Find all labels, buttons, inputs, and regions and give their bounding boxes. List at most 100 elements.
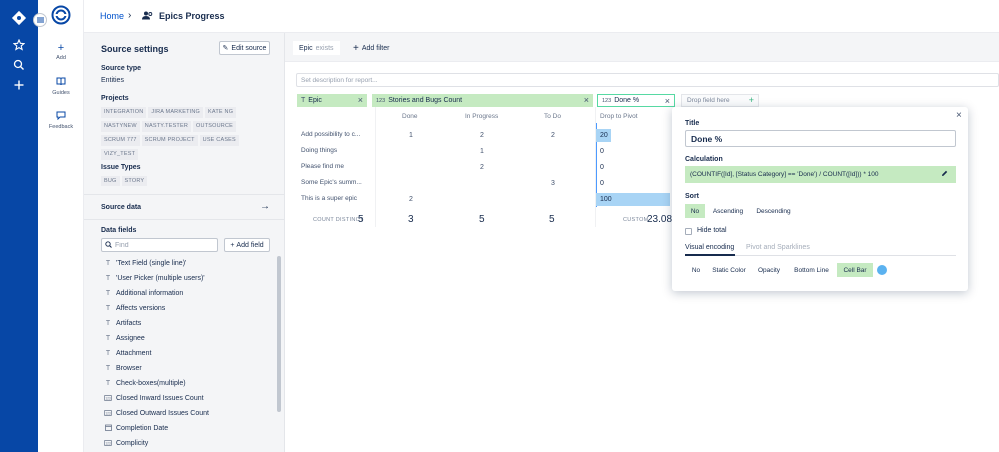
close-icon[interactable]: ×	[956, 110, 962, 121]
close-icon[interactable]: ×	[665, 96, 670, 106]
add-filter-label: Add filter	[361, 44, 390, 52]
data-field-label: Completion Date	[116, 425, 169, 432]
logo-icon[interactable]	[7, 8, 31, 28]
encoding-option-static-color[interactable]: Static Color	[709, 263, 749, 277]
sort-option-descending[interactable]: Descending	[751, 204, 796, 218]
bar-color-swatch[interactable]	[877, 265, 887, 275]
column-chip-epic[interactable]: T Epic ×	[297, 94, 367, 107]
nav-guides-button[interactable]: Guides	[38, 77, 84, 96]
add-field-button[interactable]: + Add field	[224, 238, 270, 252]
app-logo-icon[interactable]	[51, 5, 71, 27]
sort-option-no[interactable]: No	[685, 204, 705, 218]
data-field-item[interactable]: 123 Closed Outward Issues Count	[104, 406, 209, 421]
search-icon[interactable]	[7, 55, 31, 75]
data-field-item[interactable]: T Check-boxes(multiple)	[104, 376, 186, 391]
description-input[interactable]: Set description for report...	[296, 73, 999, 87]
project-tag: VIZY_TEST	[101, 149, 139, 160]
data-field-label: Assignee	[116, 335, 145, 342]
data-field-label: Browser	[116, 365, 142, 372]
pivot-cell-done-pct: 100	[600, 196, 612, 203]
find-field-input[interactable]	[115, 241, 210, 249]
data-field-item[interactable]: T Assignee	[104, 331, 145, 346]
text-type-icon: T	[105, 260, 111, 267]
data-field-item[interactable]: Completion Date	[104, 421, 168, 436]
pencil-icon[interactable]	[941, 170, 948, 179]
nav-feedback-label: Feedback	[48, 124, 74, 130]
pivot-cell-todo: 2	[551, 132, 555, 139]
plus-icon[interactable]	[7, 75, 31, 95]
data-field-label: Closed Outward Issues Count	[116, 410, 209, 417]
source-type-value: Entities	[101, 77, 124, 84]
pivot-cell-in-progress: 2	[480, 164, 484, 171]
calculation-field[interactable]: (COUNTIF([Id], [Status Category] == 'Don…	[685, 166, 956, 183]
filter-operator: exists	[315, 44, 334, 52]
pivot-header-to-do: To Do	[544, 113, 561, 120]
nav-add-button[interactable]: + Add	[38, 42, 84, 61]
star-icon[interactable]	[7, 35, 31, 55]
project-tag: SCRUM 777	[101, 135, 140, 146]
find-field-box[interactable]	[101, 238, 218, 252]
encoding-option-no[interactable]: No	[685, 263, 707, 277]
tab-pivot-sparklines[interactable]: Pivot and Sparklines	[746, 244, 810, 251]
data-field-item[interactable]: T Affects versions	[104, 301, 165, 316]
column-chip-stories[interactable]: 123 Stories and Bugs Count ×	[372, 94, 593, 107]
data-field-item[interactable]: 123 Complicity	[104, 436, 148, 451]
encoding-option-opacity[interactable]: Opacity	[753, 263, 785, 277]
column-settings-popover: × Title Calculation (COUNTIF([Id], [Stat…	[672, 107, 968, 291]
source-data-heading: Source data	[101, 204, 142, 211]
breadcrumb-home[interactable]: Home	[100, 11, 124, 21]
data-field-label: Additional information	[116, 290, 184, 297]
data-field-item[interactable]: T 'User Picker (multiple users)'	[104, 271, 205, 286]
nav-add-label: Add	[56, 55, 66, 61]
hide-total-label: Hide total	[697, 227, 727, 234]
plus-icon[interactable]: +	[749, 95, 754, 105]
data-field-item[interactable]: T Artifacts	[104, 316, 141, 331]
add-filter-button[interactable]: + Add filter	[353, 41, 389, 55]
chat-icon	[38, 111, 84, 123]
svg-text:123: 123	[105, 396, 111, 400]
title-label: Title	[685, 120, 700, 127]
nav-guides-label: Guides	[52, 90, 70, 96]
field-list-scrollbar[interactable]	[277, 256, 281, 452]
source-data-row[interactable]: Source data →	[84, 195, 285, 219]
data-field-item[interactable]: T Additional information	[104, 286, 183, 301]
edit-source-button[interactable]: ✎ Edit source	[219, 41, 270, 55]
pivot-cell-done-pct: 0	[600, 164, 604, 171]
source-settings-title: Source settings	[101, 44, 169, 54]
active-tab-indicator	[685, 254, 735, 256]
encoding-option-bottom-line[interactable]: Bottom Line	[789, 263, 834, 277]
number-type-icon: 123	[602, 97, 612, 104]
svg-text:123: 123	[105, 441, 111, 445]
close-icon[interactable]: ×	[358, 95, 363, 105]
data-field-item[interactable]: T Attachment	[104, 346, 152, 361]
column-chip-done-pct[interactable]: 123 Done % ×	[597, 94, 675, 107]
data-field-item[interactable]: 123 Closed Inward Issues Count	[104, 391, 204, 406]
pivot-row-label: Add possibility to c...	[301, 131, 361, 138]
close-icon[interactable]: ×	[584, 95, 589, 105]
menu-icon[interactable]	[33, 13, 47, 27]
app-nav: + Add Guides Feedback	[38, 0, 84, 452]
project-tag: USE CASES	[199, 135, 239, 146]
project-tag: JIRA MARKETING	[148, 107, 204, 118]
drop-field-zone[interactable]: Drop field here +	[681, 94, 759, 107]
tab-visual-encoding[interactable]: Visual encoding	[685, 244, 734, 251]
calendar-icon	[104, 424, 112, 433]
data-field-item[interactable]: T Browser	[104, 361, 142, 376]
chevron-right-icon: ›	[128, 10, 132, 21]
encoding-option-cell-bar[interactable]: Cell Bar	[837, 263, 873, 277]
sort-option-ascending[interactable]: Ascending	[707, 204, 749, 218]
issue-type-tags: BUG STORY	[101, 175, 149, 189]
issue-types-heading: Issue Types	[101, 164, 141, 171]
project-tag: INTEGRATION	[101, 107, 147, 118]
edit-source-label: Edit source	[231, 44, 267, 52]
project-tag: NASTYNEW	[101, 121, 140, 132]
text-type-icon: T	[105, 350, 111, 357]
title-input[interactable]	[685, 130, 956, 147]
hide-total-checkbox[interactable]	[685, 228, 692, 235]
scrollbar-thumb[interactable]	[277, 256, 281, 412]
pivot-cell-todo: 3	[551, 180, 555, 187]
nav-feedback-button[interactable]: Feedback	[38, 111, 84, 130]
filter-chip-epic[interactable]: Epic exists	[293, 41, 340, 55]
data-field-item[interactable]: T 'Text Field (single line)'	[104, 256, 187, 271]
pivot-header-drop-to-pivot[interactable]: Drop to Pivot	[600, 113, 638, 120]
